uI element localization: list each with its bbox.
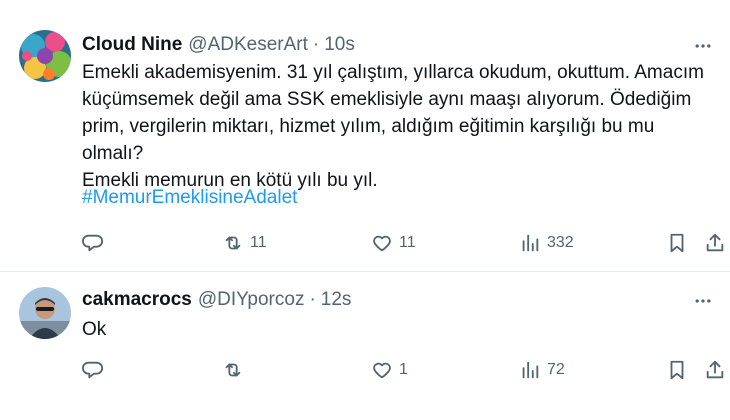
tweet-header: cakmacrocs @DIYporcoz · 12s [82, 288, 351, 312]
tweet-header: Cloud Nine @ADKeserArt · 10s [82, 33, 355, 57]
views-count: 332 [547, 234, 574, 251]
retweet-icon [225, 236, 241, 250]
retweet-button[interactable]: 11 [222, 231, 267, 255]
display-name[interactable]: Cloud Nine [82, 34, 182, 56]
tweet[interactable]: cakmacrocs @DIYporcoz · 12s Ok 1 72 [0, 273, 730, 420]
share-button[interactable] [704, 358, 726, 382]
more-horizontal-icon[interactable] [692, 35, 714, 57]
bookmark-button[interactable] [666, 358, 688, 382]
tweet[interactable]: Cloud Nine @ADKeserArt · 10s Emekli akad… [0, 0, 730, 272]
timestamp[interactable]: 10s [324, 34, 355, 56]
bookmark-button[interactable] [666, 231, 688, 255]
tweet-actions: 1 72 [82, 358, 728, 382]
user-handle[interactable]: @DIYporcoz [198, 289, 305, 311]
hashtag-link[interactable]: #MemurEmeklisineAdalet [82, 187, 297, 209]
reply-icon [82, 361, 103, 379]
tweet-text: Ok [82, 319, 107, 340]
reply-button[interactable] [82, 231, 104, 255]
timestamp[interactable]: 12s [321, 289, 352, 311]
views-icon [522, 361, 539, 379]
views-button[interactable]: 332 [519, 231, 574, 255]
heart-icon [373, 235, 391, 252]
avatar[interactable] [19, 30, 71, 82]
like-count: 1 [399, 361, 408, 378]
like-button[interactable]: 1 [371, 358, 408, 382]
retweet-button[interactable] [222, 358, 250, 382]
bookmark-icon [670, 233, 684, 253]
retweet-count: 11 [250, 234, 267, 251]
share-button[interactable] [704, 231, 726, 255]
separator-dot: · [309, 289, 316, 310]
user-handle[interactable]: @ADKeserArt [188, 34, 308, 56]
like-count: 11 [399, 234, 416, 251]
views-button[interactable]: 72 [519, 358, 565, 382]
share-icon [706, 233, 724, 252]
heart-icon [373, 362, 391, 379]
display-name[interactable]: cakmacrocs [82, 289, 192, 311]
retweet-icon [225, 363, 241, 377]
bookmark-icon [670, 360, 684, 380]
share-icon [706, 360, 724, 379]
reply-icon [82, 234, 103, 252]
like-button[interactable]: 11 [371, 231, 416, 255]
avatar[interactable] [19, 287, 71, 339]
views-icon [522, 234, 539, 252]
more-horizontal-icon[interactable] [692, 290, 714, 312]
separator-dot: · [312, 34, 320, 55]
tweet-actions: 11 11 332 [82, 231, 728, 255]
views-count: 72 [547, 361, 565, 378]
tweet-text: Emekli akademisyenim. 31 yıl çalıştım, y… [82, 62, 704, 191]
reply-button[interactable] [82, 358, 104, 382]
